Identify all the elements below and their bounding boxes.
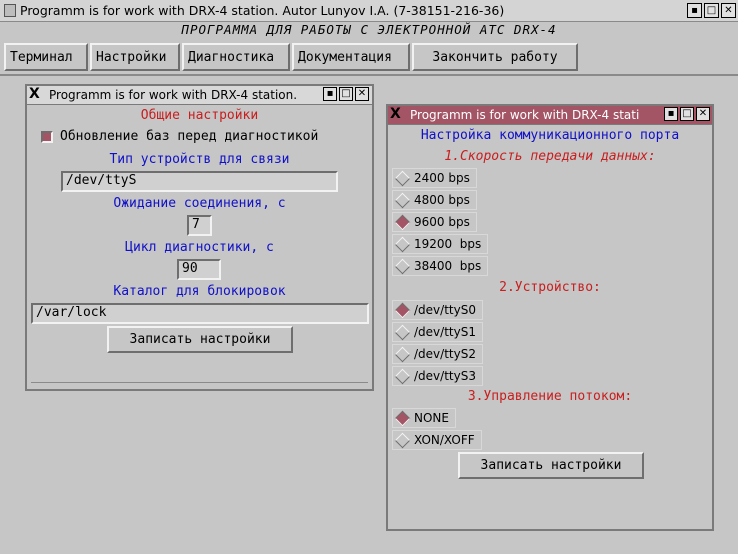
- window-menu-icon[interactable]: [4, 4, 16, 17]
- menu-separator: [0, 74, 738, 76]
- port-window-titlebar[interactable]: X Programm is for work with DRX-4 stati …: [388, 106, 712, 125]
- device-type-input[interactable]: /dev/ttyS: [61, 171, 338, 192]
- minimize-icon[interactable]: ▪: [687, 3, 702, 18]
- menu-terminal-button[interactable]: Терминал: [4, 43, 88, 71]
- wait-label: Ожидание соединения, с: [113, 196, 286, 211]
- general-heading: Общие настройки: [140, 108, 259, 123]
- speed-19200-radio[interactable]: 19200 bps: [392, 234, 489, 254]
- device-ttyS1-radio[interactable]: /dev/ttyS1: [392, 322, 483, 342]
- speed-9600-radio[interactable]: 9600 bps: [392, 212, 477, 232]
- close-icon[interactable]: ✕: [355, 87, 369, 101]
- radio-indicator: [394, 368, 411, 384]
- device-ttyS3-radio[interactable]: /dev/ttyS3: [392, 366, 483, 386]
- general-window-titlebar[interactable]: X Programm is for work with DRX-4 statio…: [27, 86, 372, 105]
- exit-button[interactable]: Закончить работу: [412, 43, 578, 71]
- radio-indicator: [394, 346, 411, 362]
- general-window-title: Programm is for work with DRX-4 station.: [49, 88, 298, 102]
- update-checkbox-label: Обновление баз перед диагностикой: [60, 129, 319, 144]
- device-type-label: Тип устройств для связи: [109, 152, 290, 167]
- cycle-label: Цикл диагностики, с: [125, 240, 274, 255]
- port-settings-window: X Programm is for work with DRX-4 stati …: [386, 104, 714, 531]
- general-save-button[interactable]: Записать настройки: [107, 326, 293, 353]
- lock-input[interactable]: /var/lock: [31, 303, 369, 324]
- horizontal-scrollbar[interactable]: [31, 382, 368, 389]
- main-window-title: Programm is for work with DRX-4 station.…: [20, 3, 505, 18]
- device-label: 2.Устройство:: [499, 280, 601, 295]
- radio-indicator: [394, 258, 411, 274]
- update-checkbox[interactable]: [41, 131, 53, 143]
- speed-38400-radio[interactable]: 38400 bps: [392, 256, 489, 276]
- program-banner: ПРОГРАММА ДЛЯ РАБОТЫ С ЭЛЕКТРОННОЙ АТС D…: [181, 22, 557, 37]
- close-icon[interactable]: ✕: [721, 3, 736, 18]
- lock-label: Каталог для блокировок: [113, 284, 286, 299]
- maximize-icon[interactable]: □: [704, 3, 719, 18]
- minimize-icon[interactable]: ▪: [664, 107, 678, 121]
- cycle-input[interactable]: 90: [177, 259, 221, 280]
- minimize-icon[interactable]: ▪: [323, 87, 337, 101]
- x-logo-icon: X: [29, 86, 40, 102]
- radio-indicator-selected: [394, 214, 411, 230]
- radio-indicator: [394, 236, 411, 252]
- radio-indicator: [394, 432, 411, 448]
- radio-indicator: [394, 192, 411, 208]
- maximize-icon[interactable]: □: [680, 107, 694, 121]
- radio-indicator: [394, 324, 411, 340]
- port-save-button[interactable]: Записать настройки: [458, 452, 644, 479]
- flow-xonxoff-radio[interactable]: XON/XOFF: [392, 430, 482, 450]
- speed-label: 1.Скорость передачи данных:: [444, 149, 656, 164]
- maximize-icon[interactable]: □: [339, 87, 353, 101]
- device-ttyS0-radio[interactable]: /dev/ttyS0: [392, 300, 483, 320]
- radio-indicator-selected: [394, 302, 411, 318]
- menu-documentation-button[interactable]: Документация: [292, 43, 410, 71]
- speed-4800-radio[interactable]: 4800 bps: [392, 190, 477, 210]
- radio-indicator-selected: [394, 410, 411, 426]
- flow-label: 3.Управление потоком:: [467, 389, 633, 404]
- port-window-title: Programm is for work with DRX-4 stati: [410, 108, 640, 122]
- main-titlebar[interactable]: Programm is for work with DRX-4 station.…: [0, 0, 738, 22]
- menu-diagnostics-button[interactable]: Диагностика: [182, 43, 290, 71]
- radio-indicator: [394, 170, 411, 186]
- wait-input[interactable]: 7: [187, 215, 212, 236]
- general-settings-window: X Programm is for work with DRX-4 statio…: [25, 84, 374, 391]
- menu-settings-button[interactable]: Настройки: [90, 43, 180, 71]
- x-logo-icon: X: [390, 106, 401, 122]
- port-heading: Настройка коммуникационного порта: [420, 128, 680, 143]
- device-ttyS2-radio[interactable]: /dev/ttyS2: [392, 344, 483, 364]
- close-icon[interactable]: ✕: [696, 107, 710, 121]
- flow-none-radio[interactable]: NONE: [392, 408, 456, 428]
- main-menubar: Терминал Настройки Диагностика Документа…: [4, 43, 580, 73]
- speed-2400-radio[interactable]: 2400 bps: [392, 168, 477, 188]
